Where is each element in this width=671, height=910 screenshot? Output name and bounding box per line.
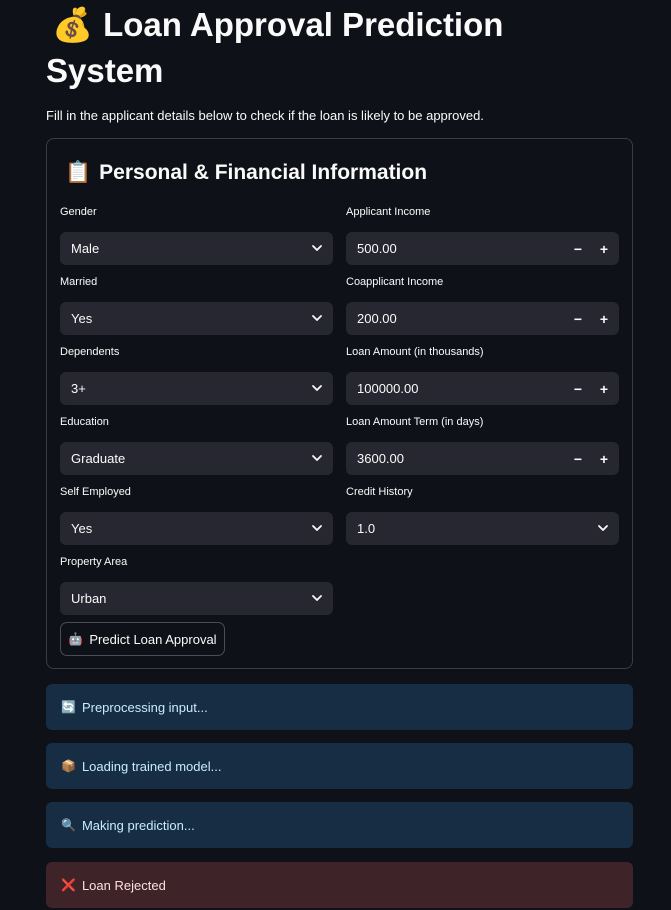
married-field: Married Yes <box>60 276 333 335</box>
gender-field: Gender Male <box>60 206 333 265</box>
gender-label: Gender <box>60 206 97 218</box>
education-select[interactable]: Graduate <box>60 442 333 475</box>
result-loan-rejected: ❌ Loan Rejected <box>46 862 633 908</box>
chevron-down-icon <box>598 525 608 531</box>
coapplicant-income-label: Coapplicant Income <box>346 276 444 288</box>
dependents-select[interactable]: 3+ <box>60 372 333 405</box>
credit-history-label: Credit History <box>346 486 413 498</box>
applicant-income-value: 500.00 <box>357 241 397 256</box>
loan-form: 📋 Personal & Financial Information Gender… <box>46 138 633 669</box>
cross-mark-icon: ❌ <box>61 878 76 892</box>
status-predicting-text: Making prediction... <box>81 817 195 833</box>
loan-amount-label: Loan Amount (in thousands) <box>346 346 484 358</box>
decrement-button[interactable]: − <box>565 372 591 405</box>
chevron-down-icon <box>312 315 322 321</box>
property-area-select[interactable]: Urban <box>60 582 333 615</box>
loan-amount-value: 100000.00 <box>357 381 419 396</box>
coapplicant-income-value: 200.00 <box>357 311 397 326</box>
package-icon: 📦 <box>61 759 76 773</box>
predict-button-label: Predict Loan Approval <box>89 631 217 647</box>
applicant-income-label: Applicant Income <box>346 206 431 218</box>
decrement-button[interactable]: − <box>565 442 591 475</box>
credit-history-value: 1.0 <box>357 521 376 536</box>
status-preprocessing: 🔄 Preprocessing input... <box>46 684 633 730</box>
chevron-down-icon <box>312 525 322 531</box>
self-employed-value: Yes <box>71 521 93 536</box>
education-field: Education Graduate <box>60 416 333 475</box>
magnifier-icon: 🔍 <box>61 818 76 832</box>
dependents-field: Dependents 3+ <box>60 346 333 405</box>
increment-button[interactable]: + <box>591 372 617 405</box>
intro-text: Fill in the applicant details below to c… <box>46 108 484 123</box>
chevron-down-icon <box>312 595 322 601</box>
section-heading: 📋 Personal & Financial Information <box>65 161 427 185</box>
decrement-button[interactable]: − <box>565 232 591 265</box>
chevron-down-icon <box>312 455 322 461</box>
gender-select[interactable]: Male <box>60 232 333 265</box>
status-loading-model: 📦 Loading trained model... <box>46 743 633 789</box>
property-area-label: Property Area <box>60 556 128 568</box>
increment-button[interactable]: + <box>591 442 617 475</box>
credit-history-select[interactable]: 1.0 <box>346 512 619 545</box>
loan-term-value: 3600.00 <box>357 451 404 466</box>
predict-loan-approval-button[interactable]: 🤖 Predict Loan Approval <box>60 622 225 656</box>
property-area-value: Urban <box>71 591 107 606</box>
dependents-value: 3+ <box>71 381 86 396</box>
loan-amount-field: Loan Amount (in thousands) 100000.00 − + <box>346 346 619 405</box>
clipboard-icon: 📋 <box>65 161 92 184</box>
applicant-income-field: Applicant Income 500.00 − + <box>346 206 619 265</box>
app-page: 💰 Loan Approval Prediction System Fill in… <box>0 0 671 910</box>
robot-icon: 🤖 <box>68 632 84 646</box>
increment-button[interactable]: + <box>591 232 617 265</box>
married-select[interactable]: Yes <box>60 302 333 335</box>
page-title-text: Loan Approval Prediction System <box>46 6 504 89</box>
status-loading-text: Loading trained model... <box>81 758 222 774</box>
credit-history-field: Credit History 1.0 <box>346 486 619 545</box>
loan-term-label: Loan Amount Term (in days) <box>346 416 484 428</box>
refresh-icon: 🔄 <box>61 700 76 714</box>
education-label: Education <box>60 416 109 428</box>
self-employed-label: Self Employed <box>60 486 131 498</box>
loan-term-field: Loan Amount Term (in days) 3600.00 − + <box>346 416 619 475</box>
loan-amount-input[interactable]: 100000.00 − + <box>346 372 619 405</box>
married-value: Yes <box>71 311 93 326</box>
result-text: Loan Rejected <box>81 877 166 893</box>
married-label: Married <box>60 276 98 288</box>
increment-button[interactable]: + <box>591 302 617 335</box>
chevron-down-icon <box>312 245 322 251</box>
dependents-label: Dependents <box>60 346 120 358</box>
status-making-prediction: 🔍 Making prediction... <box>46 802 633 848</box>
section-heading-text: Personal & Financial Information <box>99 161 428 184</box>
applicant-income-input[interactable]: 500.00 − + <box>346 232 619 265</box>
decrement-button[interactable]: − <box>565 302 591 335</box>
education-value: Graduate <box>71 451 126 466</box>
coapplicant-income-input[interactable]: 200.00 − + <box>346 302 619 335</box>
money-bag-icon: 💰 <box>52 6 94 43</box>
coapplicant-income-field: Coapplicant Income 200.00 − + <box>346 276 619 335</box>
self-employed-field: Self Employed Yes <box>60 486 333 545</box>
gender-value: Male <box>71 241 100 256</box>
self-employed-select[interactable]: Yes <box>60 512 333 545</box>
status-preprocessing-text: Preprocessing input... <box>81 699 208 715</box>
loan-term-input[interactable]: 3600.00 − + <box>346 442 619 475</box>
page-title: 💰 Loan Approval Prediction System <box>46 0 606 94</box>
property-area-field: Property Area Urban <box>60 556 333 615</box>
chevron-down-icon <box>312 385 322 391</box>
